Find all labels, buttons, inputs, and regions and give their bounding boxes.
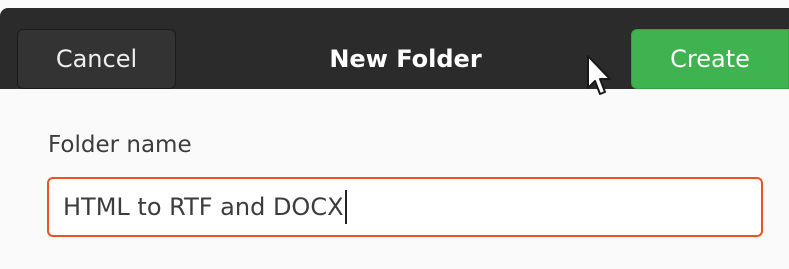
folder-name-value: HTML to RTF and DOCX [63,193,344,221]
new-folder-dialog: Cancel New Folder Create Folder name HTM… [0,0,789,269]
folder-name-label: Folder name [48,132,192,158]
create-button[interactable]: Create [631,29,789,89]
dialog-headerbar: Cancel New Folder Create [0,8,789,89]
folder-name-input[interactable]: HTML to RTF and DOCX [47,177,763,237]
dialog-title-text: New Folder [329,45,482,73]
mouse-pointer-icon [587,55,611,95]
cancel-button[interactable]: Cancel [17,29,176,89]
text-caret [344,190,347,224]
